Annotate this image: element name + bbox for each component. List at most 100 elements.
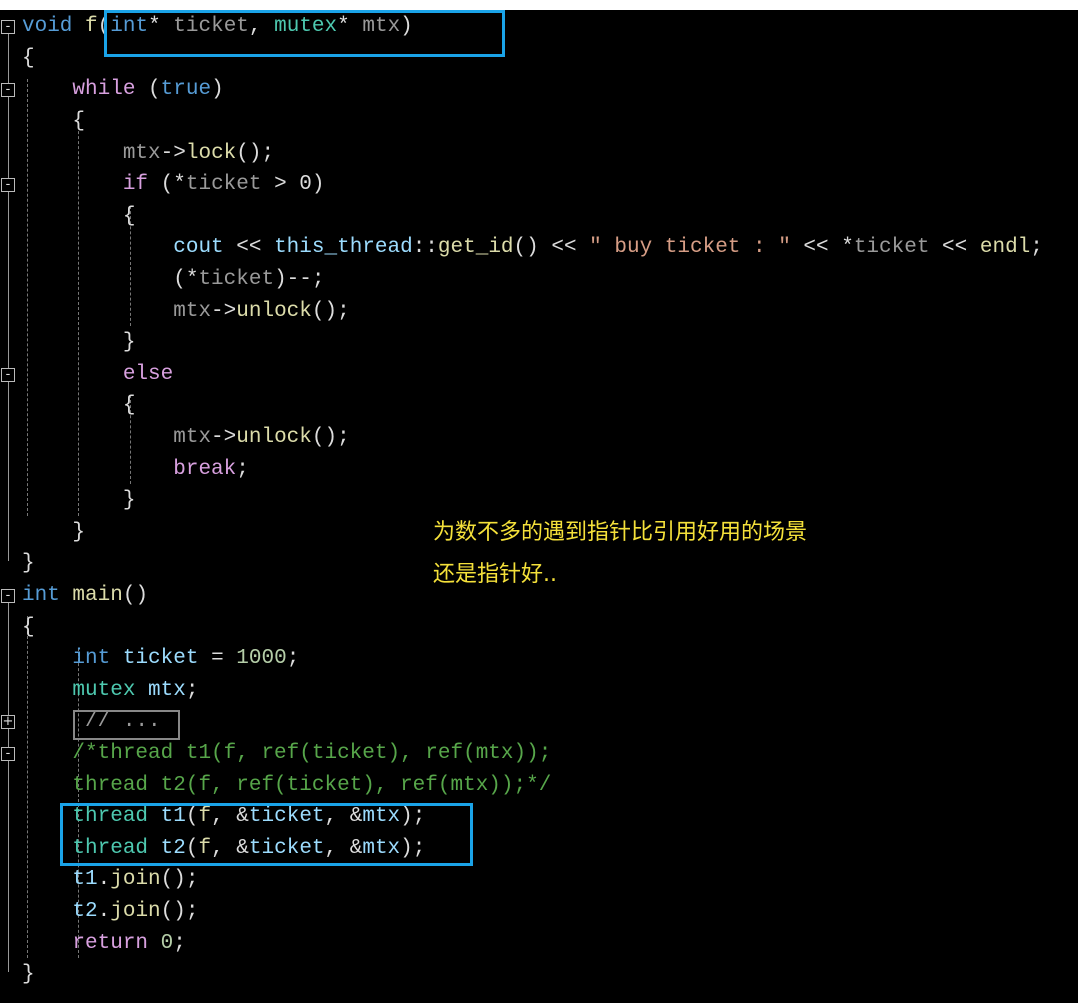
code-token-var: ticket	[122, 647, 199, 671]
fold-line	[8, 34, 9, 562]
code-line: mutex mtx;	[22, 675, 198, 707]
code-token-fn: join	[110, 900, 161, 923]
code-line: return 0;	[22, 928, 185, 960]
code-token-param: ticket	[853, 236, 930, 260]
code-token-param: ticket	[198, 268, 275, 291]
code-token-param: ticket	[185, 173, 262, 197]
code-line: }	[22, 959, 35, 991]
code-token-ctl: break	[173, 457, 237, 481]
fold-button-expand[interactable]: +	[1, 715, 15, 730]
code-token-txt: (	[135, 78, 161, 102]
code-token-num: 1000	[236, 647, 287, 671]
code-token-txt: {	[22, 110, 86, 133]
code-token-txt: ()	[122, 584, 149, 607]
code-token-kw: int	[22, 584, 60, 607]
code-line: {	[22, 43, 35, 75]
code-editor[interactable]: - - - - - + - void f(int* ticket, mutex* mtx){…	[0, 10, 1078, 1003]
code-token-param: mtx	[122, 141, 161, 165]
code-token-txt: (*	[148, 173, 186, 197]
highlight-box-thread-create	[60, 803, 473, 866]
code-token-param: mtx	[173, 426, 212, 449]
code-token-txt: ();	[236, 141, 275, 165]
code-token-txt: ();	[160, 868, 199, 892]
code-token-txt: }	[22, 520, 86, 544]
code-token-ctl: else	[122, 362, 174, 386]
code-token-txt: }	[22, 963, 35, 987]
code-token-txt: =	[198, 647, 237, 671]
code-token-fn: join	[110, 868, 161, 892]
code-line: break;	[22, 454, 249, 486]
code-line: else	[22, 359, 173, 391]
code-token-txt: ->	[211, 426, 237, 449]
fold-line	[8, 602, 9, 972]
code-line: int ticket = 1000;	[22, 643, 299, 675]
code-line: }	[22, 517, 85, 549]
code-token-txt: << *	[790, 236, 854, 260]
code-token-var: cout	[173, 236, 224, 260]
code-token-fn: unlock	[236, 299, 312, 323]
fold-button-collapse[interactable]: -	[1, 83, 15, 98]
fold-button-collapse[interactable]: -	[1, 20, 15, 35]
code-token-txt: ;	[286, 647, 300, 671]
code-token-txt: ();	[160, 900, 199, 923]
code-token-txt: > 0)	[261, 173, 325, 197]
code-token-txt: )	[211, 78, 224, 102]
code-line: }	[22, 485, 136, 517]
code-token-txt: ->	[160, 141, 186, 165]
fold-button-collapse[interactable]: -	[1, 178, 15, 193]
fold-button-collapse[interactable]: -	[1, 589, 15, 603]
code-token-txt: }	[22, 331, 136, 355]
code-line: (*ticket)--;	[22, 264, 324, 296]
code-token-txt: ->	[211, 299, 237, 323]
code-token-txt: ();	[311, 299, 350, 323]
code-token-txt: }	[22, 489, 136, 513]
collapsed-region[interactable]	[73, 710, 180, 740]
code-token-txt: <<	[223, 236, 275, 260]
code-token-num: 0	[160, 931, 174, 955]
code-line: thread t2(f, ref(ticket), ref(mtx));*/	[22, 770, 551, 802]
code-token-cmt: thread t2(f, ref(ticket), ref(mtx));*/	[72, 773, 552, 797]
code-token-var: t1	[72, 868, 98, 892]
code-token-txt: (*	[22, 268, 199, 291]
code-token-ctl: return	[72, 931, 149, 955]
fold-button-collapse[interactable]: -	[1, 367, 15, 382]
code-line: }	[22, 548, 35, 580]
code-token-txt: .	[97, 868, 111, 892]
code-token-fn: main	[72, 584, 123, 607]
code-line: mtx->lock();	[22, 138, 274, 170]
code-line: /*thread t1(f, ref(ticket), ref(mtx));	[22, 738, 551, 770]
code-token-fn: lock	[185, 141, 237, 165]
code-line: mtx->unlock();	[22, 296, 350, 328]
code-token-txt: ;	[1030, 236, 1043, 260]
code-token-txt: .	[97, 900, 111, 923]
code-token-txt: {	[22, 46, 35, 70]
code-token-txt: ();	[311, 426, 350, 449]
code-line: {	[22, 106, 85, 138]
code-token-fn: get_id	[437, 236, 514, 260]
code-token-txt: ;	[236, 457, 249, 481]
code-line: while (true)	[22, 74, 224, 106]
code-line: cout << this_thread::get_id() << " buy t…	[22, 232, 1043, 264]
code-token-var: mtx	[148, 678, 186, 702]
fold-button-collapse[interactable]: -	[1, 747, 15, 761]
annotation-line-1: 为数不多的遇到指针比引用好用的场景	[433, 520, 808, 545]
code-token-kw: void	[22, 15, 73, 39]
code-token-txt: )--;	[274, 268, 325, 291]
code-line: t1.join();	[22, 864, 198, 896]
code-line: {	[22, 612, 35, 644]
